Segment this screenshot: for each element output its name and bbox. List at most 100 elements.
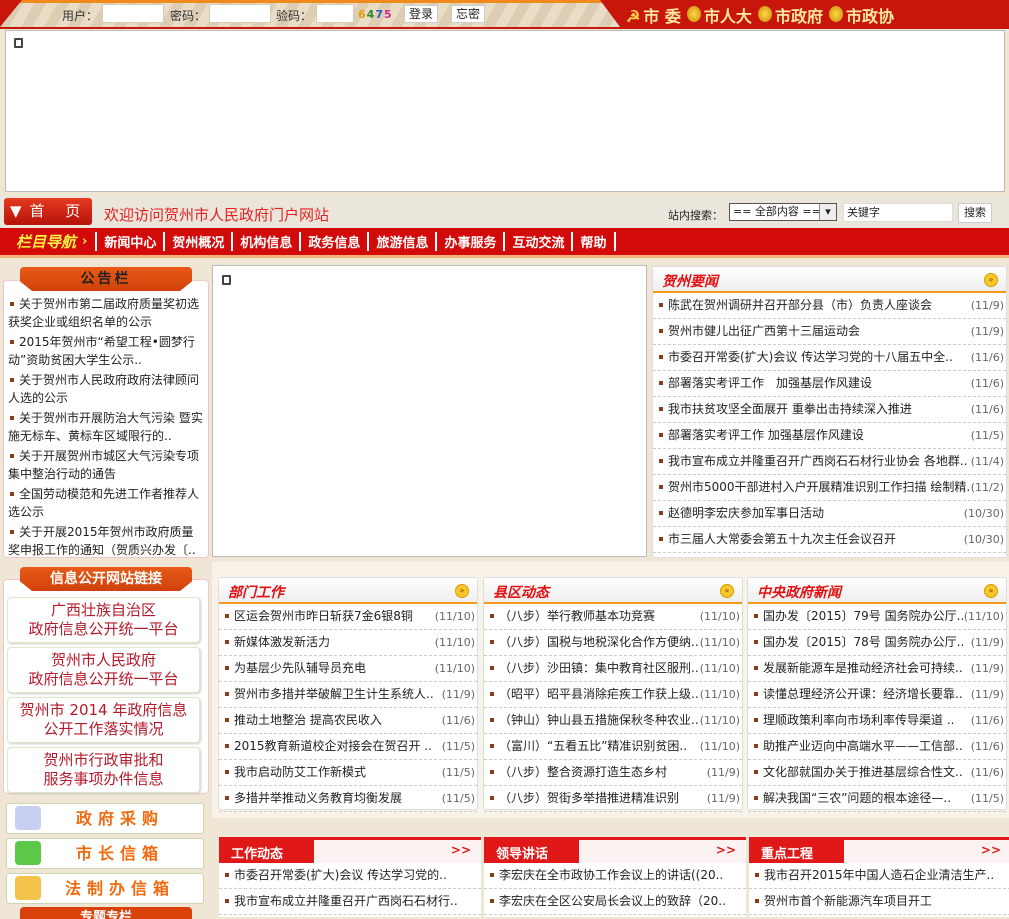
news-title[interactable]: 贺州市首个新能源汽车项目开工 bbox=[764, 889, 1009, 914]
news-title[interactable]: 贺州市多措并举破解卫生计生系统人.. bbox=[234, 682, 442, 707]
info-link-button[interactable]: 广西壮族自治区 政府信息公开统一平台 bbox=[7, 597, 200, 643]
news-item[interactable]: 推动土地整治 提高农民收入 (11/6) bbox=[219, 708, 477, 734]
mailbox-button-2[interactable]: 法制办信箱 bbox=[6, 873, 204, 904]
notice-item[interactable]: 关于贺州市第二届政府质量奖初选获奖企业或组织名单的公示 bbox=[8, 295, 204, 331]
news-title[interactable]: （昭平）昭平县消除疟疾工作获上级.. bbox=[499, 682, 700, 707]
news-title[interactable]: 推动土地整治 提高农民收入 bbox=[234, 708, 442, 733]
news-title[interactable]: 解决我国“三农”问题的根本途径—.. bbox=[763, 786, 971, 811]
nav-item[interactable]: 机构信息 bbox=[231, 232, 299, 251]
more-icon[interactable]: » bbox=[455, 584, 469, 598]
more-link[interactable]: >> bbox=[451, 843, 471, 857]
news-title[interactable]: 助推产业迈向中高端水平——工信部.. bbox=[763, 734, 971, 759]
news-item[interactable]: 区运会贺州市昨日斩获7金6银8铜 (11/10) bbox=[219, 604, 477, 630]
captcha-input[interactable] bbox=[316, 4, 354, 23]
notice-item[interactable]: 关于开展2015年贺州市政府质量奖申报工作的通知（贺质兴办发〔.. bbox=[8, 523, 204, 559]
more-icon[interactable]: » bbox=[984, 273, 998, 287]
news-item[interactable]: 读懂总理经济公开课：经济增长要靠.. (11/9) bbox=[748, 682, 1006, 708]
search-scope-select[interactable]: == 全部内容 == ▾ bbox=[729, 203, 837, 221]
news-title[interactable]: 赵德明李宏庆参加军事日活动 bbox=[668, 501, 964, 526]
org-link-government[interactable]: 市政府 bbox=[757, 3, 823, 27]
news-title[interactable]: 我市启动防艾工作新模式 bbox=[234, 760, 442, 785]
news-title[interactable]: 理顺政策利率向市场利率传导渠道 .. bbox=[763, 708, 971, 733]
news-item[interactable]: 2015教育新道校企对接会在贺召开 .. (11/5) bbox=[219, 734, 477, 760]
news-item[interactable]: （八步）举行教师基本功竞赛 (11/10) bbox=[484, 604, 742, 630]
news-item[interactable]: 发展新能源车是推动经济社会可持续.. (11/9) bbox=[748, 656, 1006, 682]
more-link[interactable]: >> bbox=[981, 843, 1001, 857]
news-item[interactable]: 市委召开常委(扩大)会议 传达学习党的.. bbox=[219, 863, 481, 889]
notice-item[interactable]: 关于贺州市人民政府政府法律顾问人选的公示 bbox=[8, 371, 204, 407]
news-title[interactable]: 贺州市健儿出征广西第十三届运动会 bbox=[668, 319, 971, 344]
news-item[interactable]: 贺州市5000干部进村入户开展精准识别工作扫描 绘制精.. (11/2) bbox=[653, 475, 1006, 501]
notice-item[interactable]: 关于贺州市开展防治大气污染 暨实施无标车、黄标车区域限行的.. bbox=[8, 409, 204, 445]
news-title[interactable]: 国办发〔2015〕79号 国务院办公厅.. bbox=[763, 604, 964, 629]
nav-item[interactable]: 办事服务 bbox=[435, 232, 503, 251]
news-title[interactable]: 部署落实考评工作 加强基层作风建设 bbox=[668, 371, 971, 396]
news-item[interactable]: （八步）沙田镇：集中教育社区服刑.. (11/10) bbox=[484, 656, 742, 682]
news-item[interactable]: 我市启动防艾工作新模式 (11/5) bbox=[219, 760, 477, 786]
nav-item[interactable]: 新闻中心 bbox=[95, 232, 163, 251]
news-title[interactable]: （八步）整合资源打造生态乡村 bbox=[499, 760, 707, 785]
news-item[interactable]: 贺州市首个新能源汽车项目开工 bbox=[749, 889, 1009, 915]
news-item[interactable]: 部署落实考评工作 加强基层作风建设 (11/6) bbox=[653, 371, 1006, 397]
mailbox-button-0[interactable]: 政府采购 bbox=[6, 803, 204, 834]
news-title[interactable]: 陈武在贺州调研并召开部分县（市）负责人座谈会 bbox=[668, 293, 971, 318]
news-item[interactable]: 贺州市多措并举破解卫生计生系统人.. (11/9) bbox=[219, 682, 477, 708]
mailbox-button-1[interactable]: 市长信箱 bbox=[6, 838, 204, 869]
news-title[interactable]: （八步）国税与地税深化合作方便纳.. bbox=[499, 630, 700, 655]
news-item[interactable]: （昭平）昭平县消除疟疾工作获上级.. (11/10) bbox=[484, 682, 742, 708]
news-title[interactable]: （八步）贺街多举措推进精准识别 bbox=[499, 786, 707, 811]
nav-item[interactable]: 贺州概况 bbox=[163, 232, 231, 251]
password-input[interactable] bbox=[209, 4, 271, 23]
forgot-password-button[interactable]: 忘密 bbox=[451, 5, 486, 23]
notice-item[interactable]: 全国劳动模范和先进工作者推荐人选公示 bbox=[8, 485, 204, 521]
news-item[interactable]: 李宏庆在全市政协工作会议上的讲话((20.. bbox=[484, 863, 746, 889]
news-title[interactable]: 多措并举推动义务教育均衡发展 bbox=[234, 786, 442, 811]
news-title[interactable]: 李宏庆在全区公安局长会议上的致辞（20.. bbox=[499, 889, 744, 914]
home-button[interactable]: ▼首 页 bbox=[4, 198, 92, 225]
news-item[interactable]: 国办发〔2015〕78号 国务院办公厅.. (11/9) bbox=[748, 630, 1006, 656]
nav-item[interactable]: 政务信息 bbox=[299, 232, 367, 251]
news-item[interactable]: 助推产业迈向中高端水平——工信部.. (11/6) bbox=[748, 734, 1006, 760]
news-item[interactable]: 新媒体激发新活力 (11/10) bbox=[219, 630, 477, 656]
news-item[interactable]: 市委召开常委(扩大)会议 传达学习党的十八届五中全.. (11/6) bbox=[653, 345, 1006, 371]
news-item[interactable]: 文化部就国办关于推进基层综合性文.. (11/6) bbox=[748, 760, 1006, 786]
news-item[interactable]: 我市宣布成立并隆重召开广西岗石石材行业协会 各地群.. (11/4) bbox=[653, 449, 1006, 475]
search-input[interactable]: 关键字 bbox=[843, 203, 953, 222]
news-item[interactable]: 部署落实考评工作 加强基层作风建设 (11/5) bbox=[653, 423, 1006, 449]
news-title[interactable]: 发展新能源车是推动经济社会可持续.. bbox=[763, 656, 971, 681]
news-title[interactable]: （钟山）钟山县五措施保秋冬种农业.. bbox=[499, 708, 700, 733]
username-input[interactable] bbox=[102, 4, 164, 23]
news-item[interactable]: 多措并举推动义务教育均衡发展 (11/5) bbox=[219, 786, 477, 812]
news-title[interactable]: 我市扶贫攻坚全面展开 重拳出击持续深入推进 bbox=[668, 397, 971, 422]
nav-item[interactable]: 帮助 bbox=[571, 232, 616, 251]
news-title[interactable]: 市三届人大常委会第五十九次主任会议召开 bbox=[668, 527, 964, 552]
more-link[interactable]: >> bbox=[716, 843, 736, 857]
news-item[interactable]: 贺州市健儿出征广西第十三届运动会 (11/9) bbox=[653, 319, 1006, 345]
news-title[interactable]: 我市召开2015年中国人造石企业清洁生产.. bbox=[764, 863, 1009, 888]
news-title[interactable]: 部署落实考评工作 加强基层作风建设 bbox=[668, 423, 971, 448]
news-title[interactable]: （八步）举行教师基本功竞赛 bbox=[499, 604, 700, 629]
more-icon[interactable]: » bbox=[984, 584, 998, 598]
news-title[interactable]: 李宏庆在全市政协工作会议上的讲话((20.. bbox=[499, 863, 744, 888]
org-link-cppcc[interactable]: 市政协 bbox=[828, 3, 894, 27]
news-title[interactable]: 我市宣布成立并隆重召开广西岗石石材行.. bbox=[234, 889, 479, 914]
news-title[interactable]: 2015教育新道校企对接会在贺召开 .. bbox=[234, 734, 442, 759]
news-title[interactable]: 国办发〔2015〕78号 国务院办公厅.. bbox=[763, 630, 971, 655]
news-item[interactable]: 我市扶贫攻坚全面展开 重拳出击持续深入推进 (11/6) bbox=[653, 397, 1006, 423]
news-item[interactable]: 我市召开2015年中国人造石企业清洁生产.. bbox=[749, 863, 1009, 889]
news-item[interactable]: （八步）整合资源打造生态乡村 (11/9) bbox=[484, 760, 742, 786]
news-title[interactable]: 区运会贺州市昨日斩获7金6银8铜 bbox=[234, 604, 435, 629]
news-title[interactable]: 贺州市5000干部进村入户开展精准识别工作扫描 绘制精.. bbox=[668, 475, 971, 500]
news-item[interactable]: 解决我国“三农”问题的根本途径—.. (11/5) bbox=[748, 786, 1006, 812]
news-title[interactable]: （八步）沙田镇：集中教育社区服刑.. bbox=[499, 656, 700, 681]
news-item[interactable]: 为基层少先队辅导员充电 (11/10) bbox=[219, 656, 477, 682]
news-item[interactable]: 市三届人大常委会第五十九次主任会议召开 (10/30) bbox=[653, 527, 1006, 553]
news-item[interactable]: 赵德明李宏庆参加军事日活动 (10/30) bbox=[653, 501, 1006, 527]
info-link-button[interactable]: 贺州市人民政府 政府信息公开统一平台 bbox=[7, 647, 200, 693]
notice-item[interactable]: 关于开展贺州市城区大气污染专项集中整治行动的通告 bbox=[8, 447, 204, 483]
info-link-button[interactable]: 贺州市 2014 年政府信息 公开工作落实情况 bbox=[7, 697, 200, 743]
more-icon[interactable]: » bbox=[720, 584, 734, 598]
news-title[interactable]: （富川）“五看五比”精准识别贫困.. bbox=[499, 734, 700, 759]
search-button[interactable]: 搜索 bbox=[958, 203, 992, 223]
news-title[interactable]: 文化部就国办关于推进基层综合性文.. bbox=[763, 760, 971, 785]
